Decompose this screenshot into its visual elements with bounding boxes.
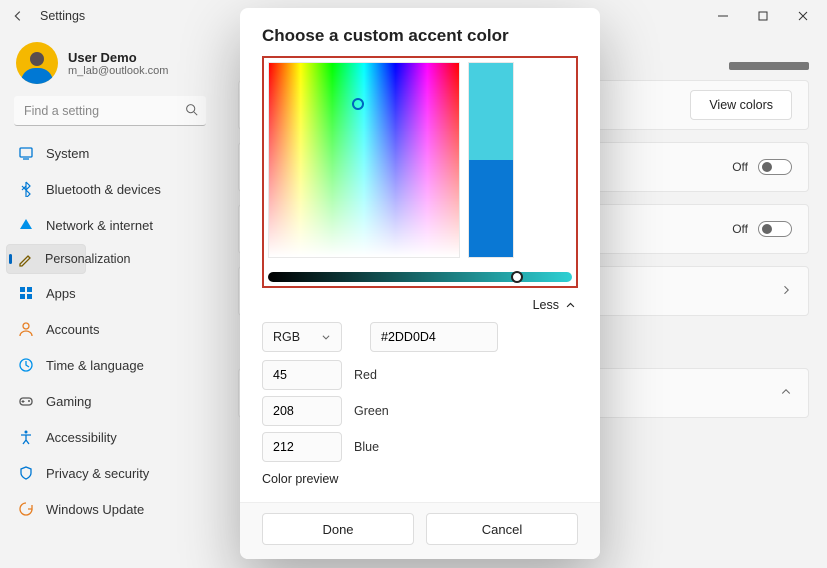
red-label: Red: [354, 368, 377, 382]
nav-item-bluetooth[interactable]: Bluetooth & devices: [6, 172, 214, 206]
hue-slider[interactable]: [268, 272, 572, 282]
avatar: [16, 42, 58, 84]
nav-item-accounts[interactable]: Accounts: [6, 312, 214, 346]
less-toggle[interactable]: Less: [262, 298, 576, 312]
sv-thumb[interactable]: [352, 98, 364, 110]
chevron-right-icon: [780, 284, 792, 299]
nav-item-label: System: [46, 146, 89, 161]
navigation-pane: User Demo m_lab@outlook.com System Blueto…: [0, 32, 220, 568]
system-icon: [18, 145, 34, 161]
nav-item-update[interactable]: Windows Update: [6, 492, 214, 526]
window-title: Settings: [40, 9, 85, 23]
value-column[interactable]: [468, 62, 514, 258]
color-picker-dialog: Choose a custom accent color Less RGB Re…: [240, 8, 600, 559]
cancel-button[interactable]: Cancel: [426, 513, 578, 545]
back-button[interactable]: [4, 2, 32, 30]
search-icon: [185, 103, 198, 119]
network-icon: [18, 217, 34, 233]
nav-item-apps[interactable]: Apps: [6, 276, 214, 310]
nav-item-gaming[interactable]: Gaming: [6, 384, 214, 418]
toggle-label: Off: [732, 160, 748, 174]
nav-item-label: Bluetooth & devices: [46, 182, 161, 197]
view-colors-button[interactable]: View colors: [690, 90, 792, 120]
gaming-icon: [18, 393, 34, 409]
green-input[interactable]: [262, 396, 342, 426]
toggle-switch[interactable]: [758, 221, 792, 237]
blue-label: Blue: [354, 440, 379, 454]
color-preview-label: Color preview: [262, 472, 578, 486]
accounts-icon: [18, 321, 34, 337]
nav-item-label: Personalization: [45, 252, 130, 266]
privacy-icon: [18, 465, 34, 481]
nav-item-privacy[interactable]: Privacy & security: [6, 456, 214, 490]
color-mode-select[interactable]: RGB: [262, 322, 342, 352]
nav-item-time[interactable]: Time & language: [6, 348, 214, 382]
red-input[interactable]: [262, 360, 342, 390]
maximize-button[interactable]: [743, 0, 783, 32]
less-label: Less: [533, 298, 559, 312]
toggle-switch[interactable]: [758, 159, 792, 175]
accessibility-icon: [18, 429, 34, 445]
nav-item-system[interactable]: System: [6, 136, 214, 170]
green-label: Green: [354, 404, 389, 418]
apps-icon: [18, 285, 34, 301]
search-input[interactable]: [14, 96, 206, 126]
nav-item-accessibility[interactable]: Accessibility: [6, 420, 214, 454]
done-button[interactable]: Done: [262, 513, 414, 545]
saturation-value-field[interactable]: [268, 62, 460, 258]
nav-item-label: Accessibility: [46, 430, 117, 445]
decorative-bar: [729, 62, 809, 70]
chevron-up-icon: [780, 386, 792, 401]
nav-item-label: Time & language: [46, 358, 144, 373]
chevron-down-icon: [321, 332, 331, 342]
chevron-up-icon: [565, 300, 576, 311]
nav-item-label: Privacy & security: [46, 466, 149, 481]
profile[interactable]: User Demo m_lab@outlook.com: [6, 38, 214, 94]
personalization-icon: [17, 251, 33, 267]
bluetooth-icon: [18, 181, 34, 197]
nav-list: System Bluetooth & devices Network & inter…: [6, 136, 214, 526]
hue-thumb[interactable]: [511, 271, 523, 283]
minimize-button[interactable]: [703, 0, 743, 32]
picker-highlight: [262, 56, 578, 288]
toggle-label: Off: [732, 222, 748, 236]
time-icon: [18, 357, 34, 373]
close-button[interactable]: [783, 0, 823, 32]
nav-item-personalization[interactable]: Personalization: [6, 244, 86, 274]
nav-item-label: Windows Update: [46, 502, 144, 517]
nav-item-label: Accounts: [46, 322, 99, 337]
color-mode-value: RGB: [273, 330, 300, 344]
profile-name: User Demo: [68, 50, 168, 65]
window-controls: [703, 0, 823, 32]
nav-item-label: Apps: [46, 286, 76, 301]
dialog-title: Choose a custom accent color: [262, 26, 578, 46]
profile-email: m_lab@outlook.com: [68, 65, 168, 77]
blue-input[interactable]: [262, 432, 342, 462]
nav-item-label: Gaming: [46, 394, 92, 409]
nav-item-network[interactable]: Network & internet: [6, 208, 214, 242]
nav-item-label: Network & internet: [46, 218, 153, 233]
hex-input[interactable]: [370, 322, 498, 352]
update-icon: [18, 501, 34, 517]
